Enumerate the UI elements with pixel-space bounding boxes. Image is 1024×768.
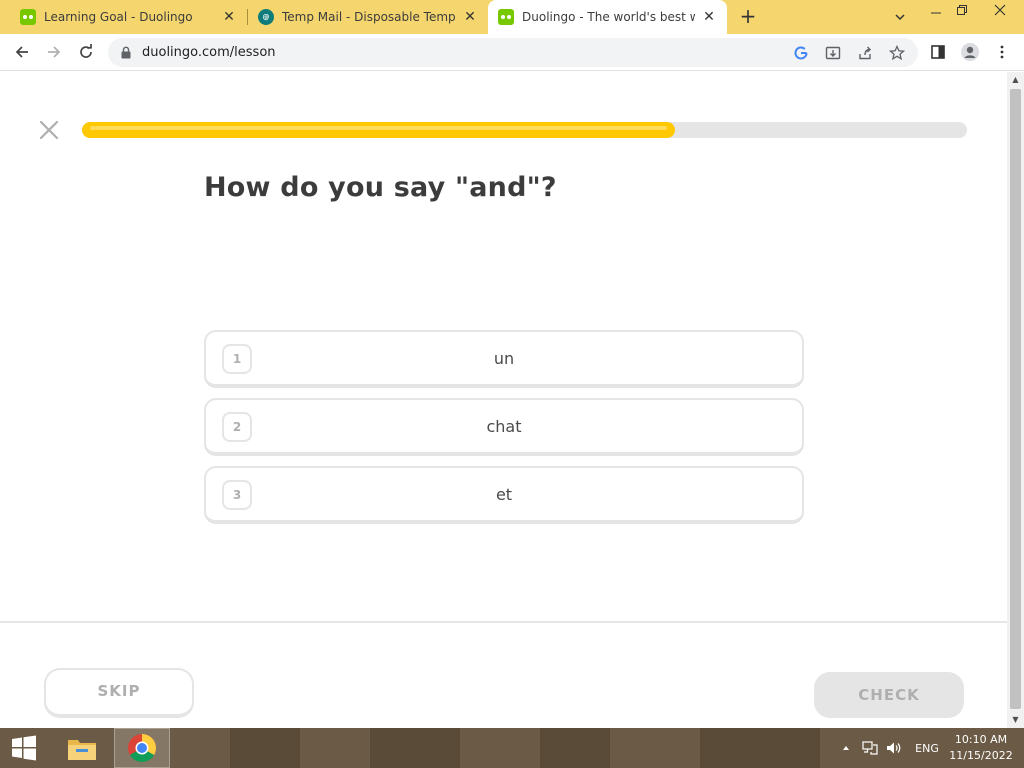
speaker-icon bbox=[887, 742, 901, 754]
tab-learning-goal[interactable]: Learning Goal - Duolingo ✕ bbox=[0, 0, 247, 34]
close-icon bbox=[994, 4, 1006, 16]
close-tab-icon[interactable]: ✕ bbox=[462, 9, 478, 25]
close-tab-icon[interactable]: ✕ bbox=[701, 9, 717, 25]
browser-toolbar: duolingo.com/lesson bbox=[0, 34, 1024, 71]
choice-text: et bbox=[495, 485, 513, 504]
avatar-icon bbox=[961, 43, 979, 61]
check-button[interactable]: CHECK bbox=[814, 672, 964, 718]
close-window-button[interactable] bbox=[984, 0, 1016, 34]
close-icon bbox=[39, 120, 59, 140]
arrow-left-icon bbox=[15, 46, 28, 58]
choice-text: chat bbox=[486, 417, 522, 436]
taskbar-wallpaper-shade bbox=[700, 728, 820, 768]
tab-duolingo-active[interactable]: Duolingo - The world's best way ✕ bbox=[488, 0, 727, 34]
scrollbar-thumb[interactable] bbox=[1010, 89, 1021, 709]
network-icon bbox=[862, 741, 878, 755]
network-tray-button[interactable] bbox=[860, 728, 880, 768]
google-icon[interactable] bbox=[791, 43, 811, 63]
more-vert-icon bbox=[1000, 45, 1004, 59]
tab-title: Learning Goal - Duolingo bbox=[44, 10, 193, 24]
address-bar[interactable]: duolingo.com/lesson bbox=[108, 38, 918, 67]
tab-title: Temp Mail - Disposable Tempora bbox=[282, 10, 456, 24]
arrow-right-icon bbox=[48, 46, 61, 58]
choice-option-3[interactable]: 3 et bbox=[204, 466, 804, 524]
tab-search-button[interactable] bbox=[884, 0, 916, 34]
scroll-up-arrow-icon[interactable]: ▲ bbox=[1007, 72, 1024, 88]
taskbar-wallpaper-shade bbox=[540, 728, 610, 768]
share-icon[interactable] bbox=[855, 43, 875, 63]
side-panel-button[interactable] bbox=[926, 40, 950, 64]
forward-button[interactable] bbox=[42, 40, 66, 64]
back-button[interactable] bbox=[10, 40, 34, 64]
bookmark-star-icon[interactable] bbox=[887, 43, 907, 63]
close-tab-icon[interactable]: ✕ bbox=[221, 9, 237, 25]
reload-icon bbox=[80, 44, 92, 58]
chevron-down-icon bbox=[895, 14, 905, 21]
lock-icon bbox=[121, 46, 131, 59]
reload-button[interactable] bbox=[74, 40, 98, 64]
windows-taskbar: ENG 10:10 AM 11/15/2022 bbox=[0, 728, 1024, 768]
footer-divider bbox=[0, 621, 1007, 623]
choice-option-1[interactable]: 1 un bbox=[204, 330, 804, 388]
start-button[interactable] bbox=[0, 728, 48, 768]
show-hidden-icons-button[interactable] bbox=[838, 728, 854, 768]
choice-text: un bbox=[493, 349, 515, 368]
windows-logo-icon bbox=[12, 735, 36, 761]
side-panel-icon bbox=[931, 45, 945, 59]
vertical-scrollbar[interactable]: ▲ ▼ bbox=[1007, 72, 1024, 728]
menu-button[interactable] bbox=[990, 40, 1014, 64]
restore-button[interactable] bbox=[946, 0, 978, 34]
tab-title: Duolingo - The world's best way bbox=[522, 10, 695, 24]
chrome-icon bbox=[128, 734, 156, 762]
progress-bar-fill bbox=[82, 122, 675, 138]
tab-strip: Learning Goal - Duolingo ✕ @ Temp Mail -… bbox=[0, 0, 1024, 34]
tab-temp-mail[interactable]: @ Temp Mail - Disposable Tempora ✕ bbox=[248, 0, 488, 34]
progress-bar bbox=[82, 122, 967, 138]
volume-tray-button[interactable] bbox=[884, 728, 904, 768]
new-tab-button[interactable]: + bbox=[736, 5, 760, 29]
lesson-page: How do you say "and"? 1 un 2 chat 3 et S… bbox=[0, 72, 1007, 728]
install-app-icon[interactable] bbox=[823, 43, 843, 63]
taskbar-wallpaper-shade bbox=[370, 728, 460, 768]
taskbar-clock[interactable]: 10:10 AM 11/15/2022 bbox=[948, 732, 1014, 764]
file-explorer-taskbar-button[interactable] bbox=[54, 728, 110, 768]
clock-time: 10:10 AM bbox=[954, 733, 1008, 746]
clock-date: 11/15/2022 bbox=[949, 749, 1013, 762]
duolingo-icon bbox=[20, 9, 36, 25]
chrome-taskbar-button[interactable] bbox=[114, 728, 170, 768]
chevron-up-icon bbox=[843, 746, 849, 750]
input-language-indicator[interactable]: ENG bbox=[910, 728, 944, 768]
url-text: duolingo.com/lesson bbox=[142, 45, 276, 60]
quit-lesson-button[interactable] bbox=[38, 119, 60, 141]
question-heading: How do you say "and"? bbox=[204, 172, 557, 203]
duolingo-icon bbox=[498, 9, 514, 25]
choice-option-2[interactable]: 2 chat bbox=[204, 398, 804, 456]
skip-button[interactable]: SKIP bbox=[44, 668, 194, 718]
restore-icon bbox=[957, 5, 967, 15]
tempmail-icon: @ bbox=[258, 9, 274, 25]
scroll-down-arrow-icon[interactable]: ▼ bbox=[1007, 712, 1024, 728]
folder-icon bbox=[68, 740, 96, 760]
profile-button[interactable] bbox=[958, 40, 982, 64]
minimize-icon bbox=[931, 12, 941, 14]
taskbar-wallpaper-shade bbox=[230, 728, 300, 768]
